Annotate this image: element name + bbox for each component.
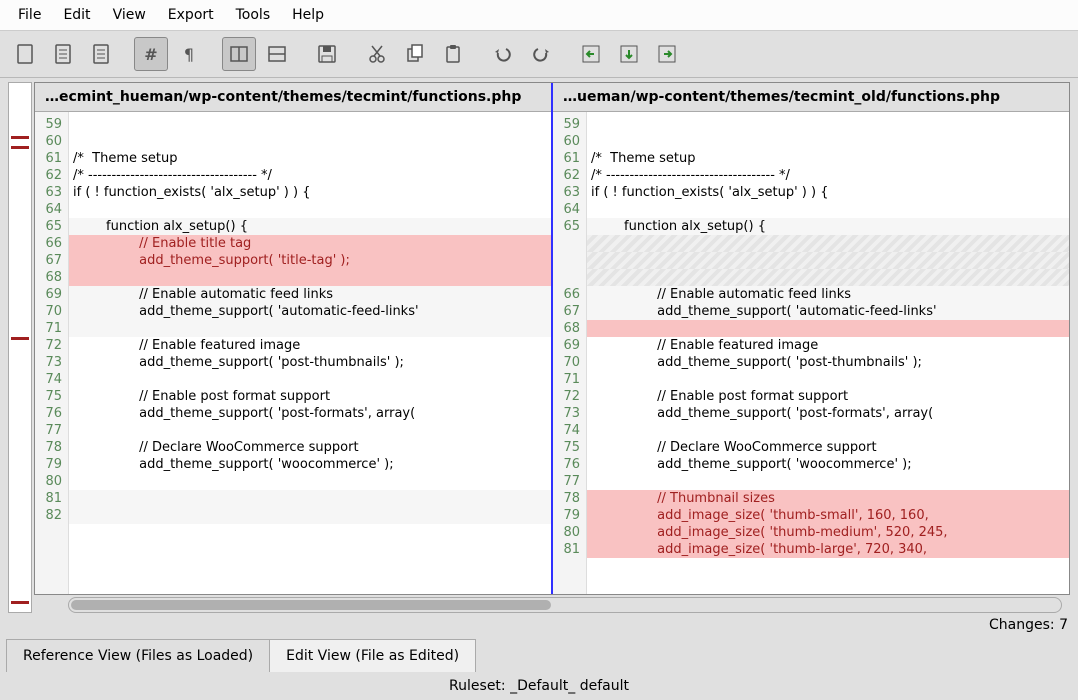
- cut-icon[interactable]: [360, 37, 394, 71]
- main-area: …ecmint_hueman/wp-content/themes/tecmint…: [0, 78, 1078, 613]
- code-line[interactable]: // Enable post format support: [587, 388, 1069, 405]
- right-pane: …ueman/wp-content/themes/tecmint_old/fun…: [551, 83, 1069, 594]
- code-line[interactable]: [69, 116, 551, 133]
- merge-left-icon[interactable]: [574, 37, 608, 71]
- horizontal-scrollbar[interactable]: [68, 597, 1062, 613]
- redo-icon[interactable]: [524, 37, 558, 71]
- paste-icon[interactable]: [436, 37, 470, 71]
- overview-gutter[interactable]: [8, 82, 32, 613]
- undo-icon[interactable]: [486, 37, 520, 71]
- split-vertical-icon[interactable]: [222, 37, 256, 71]
- code-line[interactable]: [69, 133, 551, 150]
- view-tabs: Reference View (Files as Loaded)Edit Vie…: [0, 633, 1078, 672]
- code-line[interactable]: add_image_size( 'thumb-large', 720, 340,: [587, 541, 1069, 558]
- code-line[interactable]: [587, 235, 1069, 252]
- right-code[interactable]: 5960616263646566676869707172737475767778…: [553, 112, 1069, 594]
- file-blank-icon[interactable]: [8, 37, 42, 71]
- code-line[interactable]: [587, 371, 1069, 388]
- menubar: FileEditViewExportToolsHelp: [0, 0, 1078, 31]
- code-line[interactable]: add_theme_support( 'post-thumbnails' );: [69, 354, 551, 371]
- code-line[interactable]: [69, 201, 551, 218]
- code-line[interactable]: add_theme_support( 'automatic-feed-links…: [69, 303, 551, 320]
- code-line[interactable]: // Enable featured image: [69, 337, 551, 354]
- code-line[interactable]: [587, 252, 1069, 269]
- save-icon[interactable]: [310, 37, 344, 71]
- code-line[interactable]: function alx_setup() {: [69, 218, 551, 235]
- file-lines2-icon[interactable]: [84, 37, 118, 71]
- code-line[interactable]: [69, 422, 551, 439]
- code-line[interactable]: if ( ! function_exists( 'alx_setup' ) ) …: [69, 184, 551, 201]
- code-line[interactable]: add_theme_support( 'title-tag' );: [69, 252, 551, 269]
- code-line[interactable]: [69, 269, 551, 286]
- code-line[interactable]: [69, 320, 551, 337]
- code-line[interactable]: [69, 473, 551, 490]
- code-line[interactable]: if ( ! function_exists( 'alx_setup' ) ) …: [587, 184, 1069, 201]
- code-line[interactable]: add_image_size( 'thumb-small', 160, 160,: [587, 507, 1069, 524]
- file-lines1-icon[interactable]: [46, 37, 80, 71]
- code-line[interactable]: // Declare WooCommerce support: [69, 439, 551, 456]
- toolbar: [0, 31, 1078, 78]
- code-line[interactable]: // Enable post format support: [69, 388, 551, 405]
- code-line[interactable]: add_theme_support( 'automatic-feed-links…: [587, 303, 1069, 320]
- pilcrow-icon[interactable]: [172, 37, 206, 71]
- code-line[interactable]: // Enable automatic feed links: [587, 286, 1069, 303]
- menu-file[interactable]: File: [8, 4, 51, 26]
- menu-edit[interactable]: Edit: [53, 4, 100, 26]
- split-horizontal-icon[interactable]: [260, 37, 294, 71]
- code-line[interactable]: /* Theme setup: [69, 150, 551, 167]
- code-line[interactable]: [587, 422, 1069, 439]
- right-file-path[interactable]: …ueman/wp-content/themes/tecmint_old/fun…: [553, 83, 1069, 112]
- code-line[interactable]: add_theme_support( 'post-formats', array…: [69, 405, 551, 422]
- code-line[interactable]: // Enable featured image: [587, 337, 1069, 354]
- left-file-path[interactable]: …ecmint_hueman/wp-content/themes/tecmint…: [35, 83, 551, 112]
- code-line[interactable]: // Thumbnail sizes: [587, 490, 1069, 507]
- code-line[interactable]: [69, 490, 551, 507]
- code-line[interactable]: [587, 116, 1069, 133]
- code-line[interactable]: [69, 371, 551, 388]
- menu-export[interactable]: Export: [158, 4, 224, 26]
- merge-right-icon[interactable]: [650, 37, 684, 71]
- code-line[interactable]: // Enable title tag: [69, 235, 551, 252]
- code-line[interactable]: add_theme_support( 'post-formats', array…: [587, 405, 1069, 422]
- left-pane: …ecmint_hueman/wp-content/themes/tecmint…: [35, 83, 551, 594]
- code-line[interactable]: add_theme_support( 'post-thumbnails' );: [587, 354, 1069, 371]
- code-line[interactable]: [69, 507, 551, 524]
- changes-count: Changes: 7: [0, 613, 1078, 633]
- code-line[interactable]: add_theme_support( 'woocommerce' );: [587, 456, 1069, 473]
- ruleset-status: Ruleset: _Default_ default: [0, 672, 1078, 700]
- hash-icon[interactable]: [134, 37, 168, 71]
- code-line[interactable]: add_image_size( 'thumb-medium', 520, 245…: [587, 524, 1069, 541]
- code-line[interactable]: [587, 473, 1069, 490]
- code-line[interactable]: /* ------------------------------------ …: [587, 167, 1069, 184]
- code-line[interactable]: // Enable automatic feed links: [69, 286, 551, 303]
- code-line[interactable]: // Declare WooCommerce support: [587, 439, 1069, 456]
- menu-help[interactable]: Help: [282, 4, 334, 26]
- tab-reference[interactable]: Reference View (Files as Loaded): [6, 639, 270, 672]
- menu-view[interactable]: View: [103, 4, 156, 26]
- code-line[interactable]: [587, 201, 1069, 218]
- code-line[interactable]: [587, 269, 1069, 286]
- diff-panes: …ecmint_hueman/wp-content/themes/tecmint…: [34, 82, 1070, 595]
- scroll-thumb[interactable]: [71, 600, 551, 610]
- copy-icon[interactable]: [398, 37, 432, 71]
- merge-down-icon[interactable]: [612, 37, 646, 71]
- code-line[interactable]: [587, 133, 1069, 150]
- tab-edit[interactable]: Edit View (File as Edited): [269, 639, 476, 672]
- code-line[interactable]: /* ------------------------------------ …: [69, 167, 551, 184]
- left-code[interactable]: 5960616263646566676869707172737475767778…: [35, 112, 551, 594]
- menu-tools[interactable]: Tools: [226, 4, 281, 26]
- code-line[interactable]: /* Theme setup: [587, 150, 1069, 167]
- code-line[interactable]: [587, 320, 1069, 337]
- code-line[interactable]: add_theme_support( 'woocommerce' );: [69, 456, 551, 473]
- code-line[interactable]: function alx_setup() {: [587, 218, 1069, 235]
